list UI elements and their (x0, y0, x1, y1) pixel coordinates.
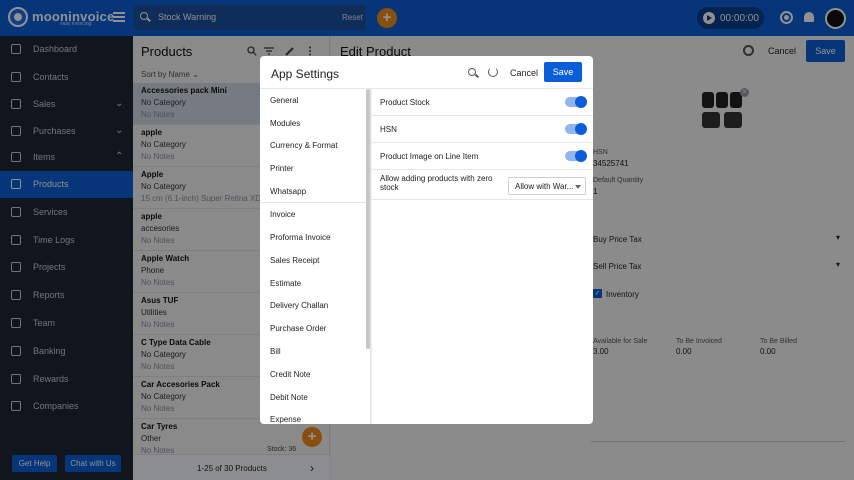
category-currency-format[interactable]: Currency & Format (270, 141, 338, 150)
dialog-title: App Settings (271, 67, 340, 81)
refresh-icon[interactable] (488, 67, 498, 77)
product-image-toggle[interactable] (565, 150, 587, 162)
category-debit-note[interactable]: Debit Note (270, 393, 308, 402)
category-expense[interactable]: Expense (270, 415, 301, 424)
setting-zero-stock: Allow adding products with zero stock Al… (372, 170, 593, 200)
setting-label: HSN (380, 125, 397, 134)
setting-label: Allow adding products with zero stock (380, 174, 493, 192)
category-whatsapp[interactable]: Whatsapp (270, 187, 306, 196)
category-delivery-challan[interactable]: Delivery Challan (270, 301, 328, 310)
search-icon[interactable] (468, 68, 476, 76)
category-modules[interactable]: Modules (270, 119, 300, 128)
category-estimate[interactable]: Estimate (270, 279, 301, 288)
category-credit-note[interactable]: Credit Note (270, 370, 310, 379)
category-general[interactable]: General (270, 96, 298, 105)
category-printer[interactable]: Printer (270, 164, 294, 173)
chevron-down-icon (575, 185, 581, 189)
setting-product-image: Product Image on Line Item (372, 143, 593, 170)
save-button[interactable]: Save (544, 62, 582, 82)
product-stock-toggle[interactable] (565, 96, 587, 108)
category-purchase-order[interactable]: Purchase Order (270, 324, 326, 333)
settings-category-list: General Modules Currency & Format Printe… (260, 89, 370, 424)
divider (260, 202, 370, 203)
category-bill[interactable]: Bill (270, 347, 281, 356)
category-sales-receipt[interactable]: Sales Receipt (270, 256, 319, 265)
setting-label: Product Image on Line Item (380, 152, 479, 161)
cancel-button[interactable]: Cancel (510, 68, 538, 78)
category-proforma-invoice[interactable]: Proforma Invoice (270, 233, 330, 242)
category-invoice[interactable]: Invoice (270, 210, 295, 219)
hsn-toggle[interactable] (565, 123, 587, 135)
setting-product-stock: Product Stock (372, 89, 593, 116)
setting-hsn: HSN (372, 116, 593, 143)
app-settings-dialog: App Settings Cancel Save General Modules… (260, 56, 593, 424)
setting-label: Product Stock (380, 98, 430, 107)
zero-stock-select[interactable]: Allow with War... (508, 177, 586, 195)
settings-options: Product Stock HSN Product Image on Line … (371, 89, 593, 424)
